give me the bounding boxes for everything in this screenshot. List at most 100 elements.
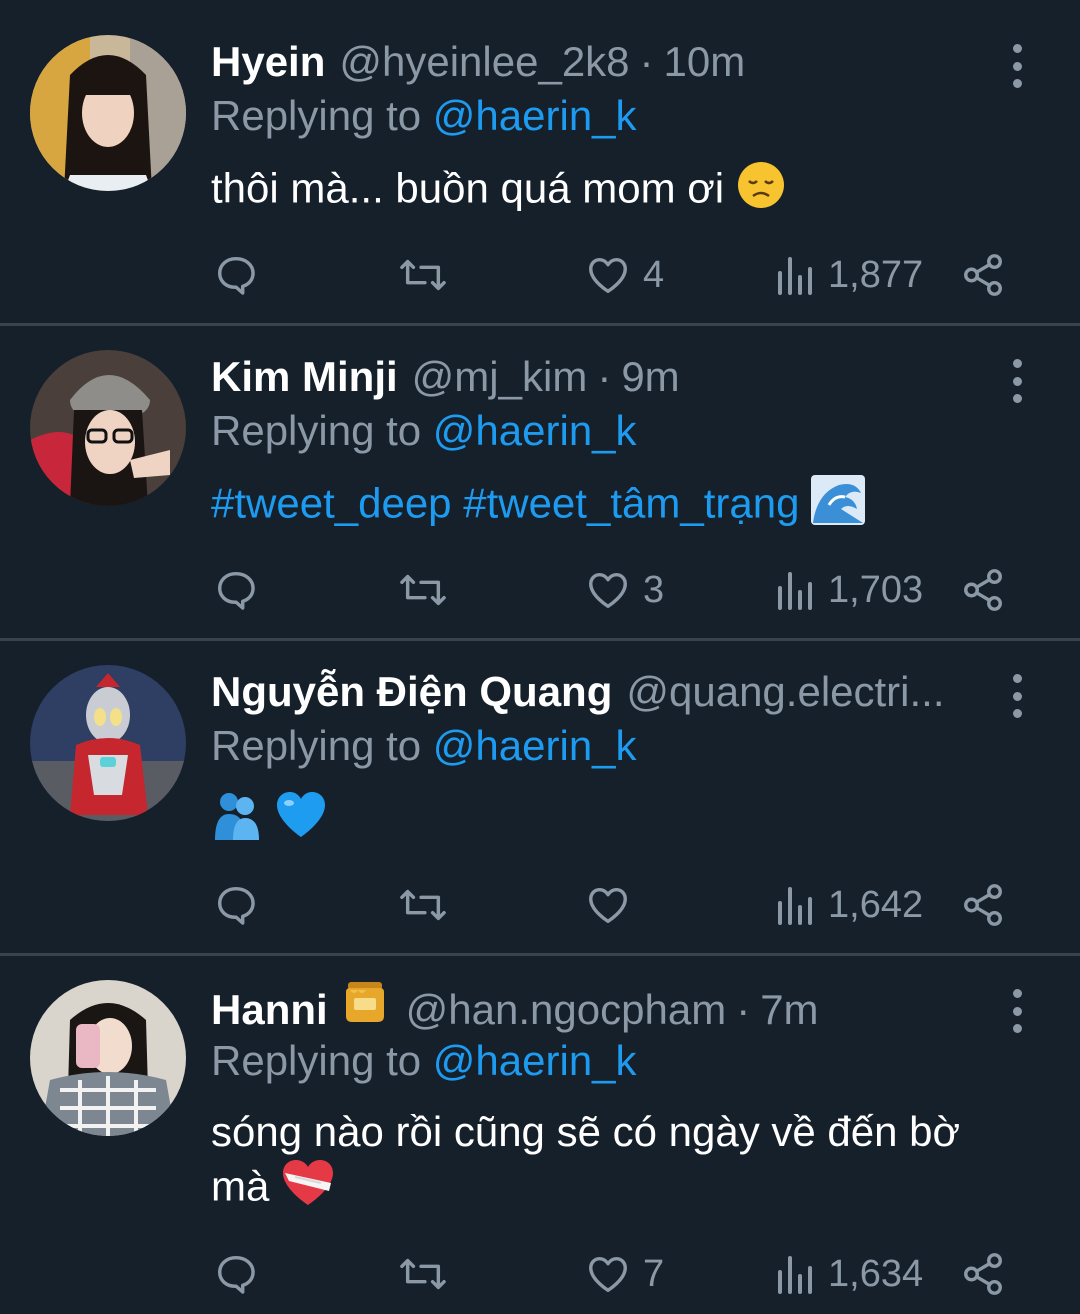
- tweet-header: Nguyễn Điện Quang @quang.electri...: [211, 665, 980, 719]
- view-count: 1,703: [828, 568, 924, 611]
- like-count: 7: [643, 1252, 665, 1295]
- tweet-header: Kim Minji @mj_kim · 9m: [211, 350, 980, 404]
- like-button[interactable]: 7: [585, 1244, 664, 1304]
- display-name[interactable]: Hyein: [211, 35, 325, 89]
- tweet-text: [211, 790, 1030, 853]
- tweet-header: Hanni @han.ngocpham · 7m: [211, 980, 980, 1034]
- like-button[interactable]: [585, 875, 643, 935]
- tweet[interactable]: Nguyễn Điện Quang @quang.electri... Repl…: [0, 641, 1080, 953]
- views-button[interactable]: 1,877: [776, 245, 923, 305]
- avatar[interactable]: [30, 350, 186, 506]
- water-wave-icon: [811, 475, 866, 538]
- heart-icon: [589, 257, 627, 294]
- share-button[interactable]: [960, 1244, 1006, 1304]
- display-name[interactable]: Kim Minji: [211, 350, 398, 404]
- retweet-icon: [400, 574, 446, 606]
- avatar[interactable]: [30, 35, 186, 191]
- disappointed-face-icon: [736, 160, 786, 223]
- tweet-actions: 3 1,703: [0, 560, 1080, 620]
- tweet-actions: 4 1,877: [0, 245, 1080, 305]
- display-name[interactable]: Hanni: [211, 983, 328, 1034]
- retweet-button[interactable]: [397, 1244, 449, 1304]
- replying-to-label: Replying to: [211, 1037, 422, 1084]
- retweet-button[interactable]: [397, 560, 449, 620]
- tweet-text-line-wrap: mà: [211, 1159, 1030, 1220]
- heart-icon: [589, 887, 627, 924]
- analytics-icon: [778, 887, 812, 925]
- tweet-text-content: thôi mà... buồn quá mom ơi: [211, 164, 725, 212]
- share-icon: [964, 254, 1002, 296]
- reply-button[interactable]: [213, 560, 259, 620]
- reply-feed: Hyein @hyeinlee_2k8 · 10m Replying to @h…: [0, 0, 1080, 1314]
- replying-to: Replying to @haerin_k: [211, 719, 637, 773]
- tweet[interactable]: Kim Minji @mj_kim · 9m Replying to @haer…: [0, 326, 1080, 638]
- share-button[interactable]: [960, 875, 1006, 935]
- avatar[interactable]: [30, 665, 186, 821]
- tweet-text: #tweet_deep #tweet_tâm_trạng: [211, 475, 1030, 538]
- view-count: 1,877: [828, 253, 924, 296]
- hashtag-link[interactable]: #tweet_tâm_trạng: [463, 480, 799, 527]
- retweet-button[interactable]: [397, 875, 449, 935]
- reply-icon: [217, 571, 255, 610]
- tweet-text: sóng nào rồi cũng sẽ có ngày về đến bờ m…: [211, 1105, 1030, 1220]
- reply-button[interactable]: [213, 245, 259, 305]
- mending-heart-icon: [281, 1159, 335, 1220]
- like-count: 3: [643, 568, 665, 611]
- retweet-icon: [400, 889, 446, 921]
- tweet-text-line: sóng nào rồi cũng sẽ có ngày về đến bờ: [211, 1108, 961, 1155]
- user-handle[interactable]: @hyeinlee_2k8: [339, 35, 629, 89]
- display-name[interactable]: Nguyễn Điện Quang: [211, 665, 612, 719]
- share-icon: [964, 1253, 1002, 1295]
- blue-heart-icon: [275, 791, 327, 852]
- analytics-icon: [778, 257, 812, 295]
- reply-button[interactable]: [213, 1244, 259, 1304]
- tweet-text: thôi mà... buồn quá mom ơi: [211, 160, 1030, 223]
- people-hugging-icon: [211, 790, 263, 853]
- views-button[interactable]: 1,634: [776, 1244, 923, 1304]
- separator: ·: [736, 986, 751, 1033]
- mention-link[interactable]: @haerin_k: [433, 1037, 637, 1084]
- replying-to: Replying to @haerin_k: [211, 404, 637, 458]
- mention-link[interactable]: @haerin_k: [433, 722, 637, 769]
- tweet-actions: 1,642: [0, 875, 1080, 935]
- more-options-icon[interactable]: [1006, 989, 1028, 1033]
- user-handle[interactable]: @han.ngocpham: [406, 983, 727, 1034]
- share-button[interactable]: [960, 560, 1006, 620]
- retweet-button[interactable]: [397, 245, 449, 305]
- more-options-icon[interactable]: [1006, 359, 1028, 403]
- mention-link[interactable]: @haerin_k: [433, 92, 637, 139]
- user-handle[interactable]: @mj_kim: [412, 350, 588, 404]
- heart-icon: [589, 1256, 627, 1293]
- tweet[interactable]: Hyein @hyeinlee_2k8 · 10m Replying to @h…: [0, 0, 1080, 323]
- like-button[interactable]: 4: [585, 245, 664, 305]
- more-options-icon[interactable]: [1006, 44, 1028, 88]
- replying-to: Replying to @haerin_k: [211, 1034, 637, 1088]
- view-count: 1,634: [828, 1252, 924, 1295]
- share-button[interactable]: [960, 245, 1006, 305]
- analytics-icon: [778, 1256, 812, 1294]
- timestamp[interactable]: 9m: [621, 350, 679, 404]
- tweet[interactable]: Hanni @han.ngocpham · 7m Replying to @ha…: [0, 956, 1080, 1314]
- replying-to: Replying to @haerin_k: [211, 89, 637, 143]
- like-button[interactable]: 3: [585, 560, 664, 620]
- views-button[interactable]: 1,703: [776, 560, 923, 620]
- timestamp[interactable]: 10m: [664, 35, 746, 89]
- timestamp[interactable]: 7m: [760, 983, 818, 1034]
- replying-to-label: Replying to: [211, 722, 422, 769]
- tweet-text-line: mà: [211, 1162, 270, 1210]
- mention-link[interactable]: @haerin_k: [433, 407, 637, 454]
- like-count: 4: [643, 253, 665, 296]
- more-options-icon[interactable]: [1006, 674, 1028, 718]
- reply-icon: [217, 256, 255, 295]
- reply-button[interactable]: [213, 875, 259, 935]
- view-count: 1,642: [828, 883, 924, 926]
- tweet-header: Hyein @hyeinlee_2k8 · 10m: [211, 35, 980, 89]
- user-handle[interactable]: @quang.electri...: [626, 665, 944, 719]
- separator: ·: [639, 38, 654, 85]
- hashtag-link[interactable]: #tweet_deep: [211, 480, 452, 527]
- heart-icon: [589, 572, 627, 609]
- avatar[interactable]: [30, 980, 186, 1136]
- replying-to-label: Replying to: [211, 407, 422, 454]
- views-button[interactable]: 1,642: [776, 875, 923, 935]
- share-icon: [964, 884, 1002, 926]
